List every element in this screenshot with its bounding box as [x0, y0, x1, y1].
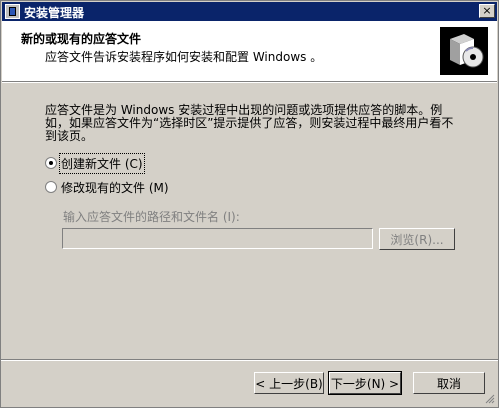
- close-button[interactable]: ×: [479, 4, 495, 18]
- path-input[interactable]: [62, 228, 373, 249]
- window-title: 安装管理器: [24, 6, 85, 20]
- next-button[interactable]: 下一步(N) >: [328, 371, 402, 395]
- option-create-new[interactable]: 创建新文件 (C): [45, 152, 145, 174]
- description-text: 应答文件是为 Windows 安装过程中出现的问题或选项提供应答的脚本。例如，如…: [45, 103, 454, 143]
- option-create-new-label[interactable]: 创建新文件 (C): [59, 152, 145, 174]
- footer-separator: [1, 359, 498, 361]
- header-subtitle: 应答文件告诉安装程序如何安装和配置 Windows 。: [45, 50, 323, 64]
- path-label: 输入应答文件的路径和文件名 (I):: [63, 210, 240, 224]
- resize-grip-icon[interactable]: [485, 394, 495, 404]
- cancel-button[interactable]: 取消: [413, 372, 485, 394]
- setup-manager-window: 安装管理器 × 新的或现有的应答文件 应答文件告诉安装程序如何安装和配置 Win…: [0, 0, 499, 408]
- app-icon: [5, 4, 20, 19]
- header-title: 新的或现有的应答文件: [21, 32, 142, 46]
- option-modify-existing[interactable]: 修改现有的文件 (M): [45, 179, 169, 195]
- radio-create-new[interactable]: [45, 157, 57, 169]
- header-separator: [2, 81, 497, 83]
- wizard-header: 新的或现有的应答文件 应答文件告诉安装程序如何安装和配置 Windows 。: [2, 21, 497, 81]
- browse-button[interactable]: 浏览(R)...: [379, 228, 455, 250]
- option-modify-existing-label[interactable]: 修改现有的文件 (M): [61, 179, 169, 196]
- radio-modify-existing[interactable]: [45, 181, 57, 193]
- install-box-icon: [440, 27, 488, 75]
- back-button[interactable]: < 上一步(B): [254, 372, 324, 394]
- title-bar[interactable]: 安装管理器 ×: [2, 2, 497, 21]
